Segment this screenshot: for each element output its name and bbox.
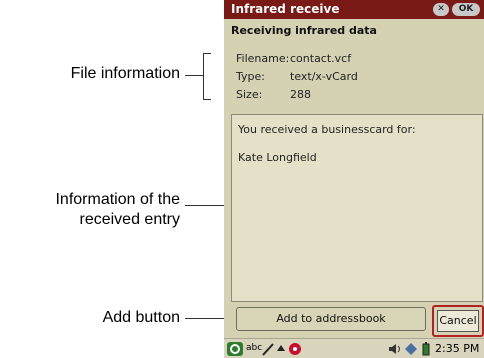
callout-entry-information: Information of the received entry [0,190,180,230]
window-title: Infrared receive [231,2,340,16]
app-icon[interactable] [288,342,302,356]
callout-entry-line2: received entry [79,211,181,228]
leader-line-entry-information [185,205,227,206]
filename-label: Filename: [236,52,290,65]
device-screen: Infrared receive ✕ OK Receiving infrared… [224,0,484,358]
cancel-button[interactable]: Cancel [437,310,479,332]
bracket-bottom-file-information [203,99,211,100]
callout-entry-line1: Information of the [55,191,180,208]
clock[interactable]: 2:35 PM [435,342,479,355]
filename-row: Filename:contact.vcf [236,52,351,65]
page-heading: Receiving infrared data [231,24,377,37]
type-value: text/x-vCard [290,70,358,83]
start-menu-icon[interactable] [227,342,243,356]
bracket-top-file-information [203,53,211,54]
size-value: 288 [290,88,311,101]
cancel-focus-frame: Cancel [432,305,484,337]
close-button[interactable]: ✕ [433,3,449,16]
titlebar: Infrared receive ✕ OK [224,0,484,19]
speaker-icon[interactable] [388,342,402,356]
contact-name: Kate Longfield [238,151,317,164]
received-message: You received a businesscard for: [238,123,416,136]
pen-icon[interactable] [262,342,274,356]
type-row: Type: text/x-vCard [236,70,358,83]
input-mode-label[interactable]: abc [246,343,262,353]
bracket-file-information [203,53,204,99]
callout-add-button: Add button [102,309,180,326]
taskbar: abc 2:35 PM [224,338,484,358]
network-icon[interactable] [404,342,418,356]
entry-panel: You received a businesscard for: Kate Lo… [231,114,483,302]
add-to-addressbook-button[interactable]: Add to addressbook [236,307,426,331]
callout-file-information: File information [70,65,180,82]
arrow-up-icon[interactable] [276,344,286,352]
size-label: Size: [236,88,263,101]
size-row: Size: 288 [236,88,311,101]
type-label: Type: [236,70,265,83]
filename-value: contact.vcf [290,52,352,65]
ok-button[interactable]: OK [452,3,480,16]
battery-icon[interactable] [422,342,430,356]
leader-line-file-information [185,75,203,76]
